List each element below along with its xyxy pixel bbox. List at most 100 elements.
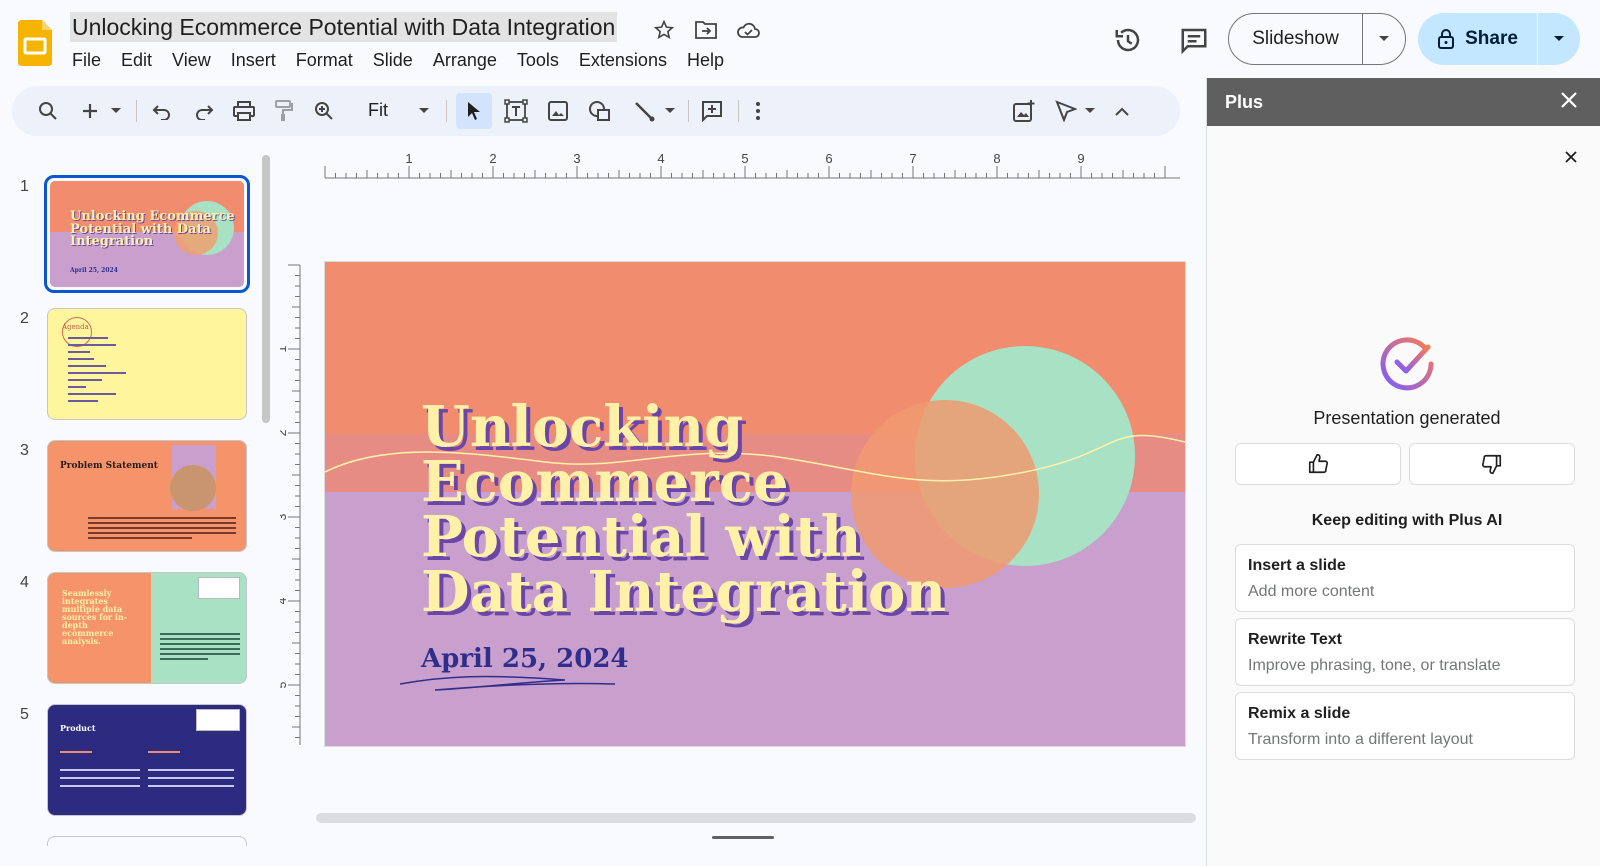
- collapse-toolbar-chevron-up-icon[interactable]: [1108, 95, 1136, 127]
- ruler-label: 9: [1077, 151, 1084, 166]
- card-title: Remix a slide: [1248, 705, 1351, 722]
- ruler-label: 4: [280, 597, 289, 604]
- menu-file[interactable]: File: [62, 48, 111, 73]
- thumb-title: Problem Statement: [60, 461, 158, 471]
- new-slide-plus-icon[interactable]: [74, 95, 106, 127]
- main-slide-canvas[interactable]: Unlocking Ecommerce Potential with Data …: [325, 262, 1185, 746]
- menu-view[interactable]: View: [162, 48, 221, 73]
- pointer-dropdown-icon[interactable]: [1082, 95, 1098, 127]
- zoom-select[interactable]: Fit: [368, 100, 388, 121]
- ruler-label: 5: [280, 681, 289, 688]
- slideshow-dropdown-chevron-icon[interactable]: [1363, 35, 1405, 43]
- card-title: Insert a slide: [1248, 557, 1346, 574]
- filmstrip-scrollbar[interactable]: [262, 155, 270, 423]
- slide-thumbnail-4[interactable]: Seamlessly integrates multiple data sour…: [47, 572, 247, 684]
- generation-status: Presentation generated: [1313, 408, 1501, 428]
- panel-header: Plus: [1207, 78, 1600, 126]
- undo-icon[interactable]: [146, 95, 178, 127]
- card-subtitle: Improve phrasing, tone, or translate: [1248, 657, 1501, 674]
- slide-number: 3: [20, 442, 29, 459]
- speaker-notes-resize-handle[interactable]: [712, 836, 774, 839]
- thumb-title: Seamlessly integrates multiple data sour…: [62, 588, 128, 646]
- app-header: Unlocking Ecommerce Potential with Data …: [0, 0, 1600, 78]
- line-icon[interactable]: [628, 95, 660, 127]
- document-title[interactable]: Unlocking Ecommerce Potential with Data …: [70, 12, 618, 42]
- slide-thumbnail-3[interactable]: Problem Statement: [47, 440, 247, 552]
- slide-thumbnail-5[interactable]: Product: [47, 704, 247, 816]
- menu-help[interactable]: Help: [677, 48, 734, 73]
- ruler-label: 7: [909, 151, 916, 166]
- thumbs-down-icon: [1482, 454, 1502, 474]
- select-cursor-icon[interactable]: [456, 93, 492, 129]
- more-options-icon[interactable]: [746, 95, 770, 127]
- search-menus-icon[interactable]: [32, 95, 64, 127]
- main-slide-title[interactable]: Unlocking Ecommerce Potential with Data …: [421, 394, 947, 625]
- ruler-label: 2: [280, 429, 289, 436]
- line-dropdown-icon[interactable]: [662, 95, 678, 127]
- slideshow-label[interactable]: Slideshow: [1229, 14, 1363, 64]
- panel-title: Plus: [1225, 92, 1264, 112]
- insert-slide-card[interactable]: Insert a slide Add more content: [1235, 544, 1575, 612]
- thumbs-down-button[interactable]: [1409, 443, 1575, 485]
- shape-icon[interactable]: [584, 95, 616, 127]
- redo-icon[interactable]: [188, 95, 220, 127]
- text-box-icon[interactable]: [500, 95, 532, 127]
- zoom-icon[interactable]: [308, 95, 340, 127]
- title-line: Unlocking: [421, 394, 744, 460]
- menu-extensions[interactable]: Extensions: [569, 48, 677, 73]
- ruler-label: 3: [573, 151, 580, 166]
- pointer-pen-icon[interactable]: [1050, 95, 1082, 127]
- print-icon[interactable]: [228, 95, 260, 127]
- slideshow-button[interactable]: Slideshow: [1228, 13, 1406, 65]
- slides-app: Unlocking Ecommerce Potential with Data …: [0, 0, 1600, 866]
- ruler-label: 5: [741, 151, 748, 166]
- keep-editing-heading: Keep editing with Plus AI: [1311, 512, 1503, 529]
- title-line: Data Integration: [421, 558, 947, 625]
- plus-ai-panel: Plus Presentation generated Keep editing…: [1206, 78, 1600, 866]
- slide-thumbnail-2[interactable]: Agenda: [47, 308, 247, 420]
- slide-thumbnail-6-partial[interactable]: [47, 836, 247, 846]
- menu-format[interactable]: Format: [286, 48, 363, 73]
- slides-logo-icon[interactable]: [18, 20, 52, 66]
- move-to-folder-icon[interactable]: [692, 16, 720, 44]
- comments-icon[interactable]: [1176, 22, 1212, 58]
- menu-arrange[interactable]: Arrange: [423, 48, 507, 73]
- thumbs-up-button[interactable]: [1235, 443, 1401, 485]
- insert-image-icon[interactable]: [542, 95, 574, 127]
- lock-icon: [1438, 29, 1455, 49]
- toolbar: Fit: [12, 86, 1180, 136]
- close-icon[interactable]: [1564, 150, 1578, 169]
- menu-insert[interactable]: Insert: [221, 48, 286, 73]
- zoom-dropdown-icon[interactable]: [416, 95, 432, 127]
- remix-slide-card[interactable]: Remix a slide Transform into a different…: [1235, 692, 1575, 760]
- main-slide-date[interactable]: April 25, 2024: [421, 644, 629, 674]
- menu-slide[interactable]: Slide: [363, 48, 423, 73]
- menu-edit[interactable]: Edit: [111, 48, 162, 73]
- canvas-horizontal-scrollbar[interactable]: [316, 813, 1196, 823]
- ruler-label: 8: [993, 151, 1000, 166]
- slide-number: 2: [20, 310, 29, 327]
- share-button[interactable]: Share: [1418, 13, 1580, 65]
- rewrite-text-card[interactable]: Rewrite Text Improve phrasing, tone, or …: [1235, 618, 1575, 686]
- menu-tools[interactable]: Tools: [507, 48, 569, 73]
- version-history-icon[interactable]: [1110, 22, 1146, 58]
- title-line: Ecommerce: [421, 448, 789, 515]
- cloud-saved-icon[interactable]: [734, 16, 762, 44]
- new-slide-dropdown-icon[interactable]: [108, 95, 124, 127]
- ruler-label: 1: [405, 151, 412, 166]
- add-comment-icon[interactable]: [696, 95, 728, 127]
- thumb-date: April 25, 2024: [70, 267, 118, 274]
- slide-filmstrip: 1 Unlocking Ecommerce Potential with Dat…: [0, 150, 280, 866]
- thumb-title: Product: [60, 723, 96, 733]
- paint-format-icon[interactable]: [268, 95, 300, 127]
- vertical-ruler: 1 2 3 4 5: [280, 264, 301, 745]
- close-panel-icon[interactable]: [1559, 90, 1579, 115]
- star-icon[interactable]: [650, 16, 678, 44]
- slide-number: 5: [20, 706, 29, 723]
- ruler-label: 2: [489, 151, 496, 166]
- share-main[interactable]: Share: [1418, 13, 1538, 65]
- slide-thumbnail-1[interactable]: Unlocking Ecommerce Potential with Data …: [44, 175, 250, 293]
- card-title: Rewrite Text: [1248, 631, 1342, 648]
- add-image-plus-icon[interactable]: [1008, 95, 1040, 127]
- share-dropdown-chevron-icon[interactable]: [1538, 35, 1580, 43]
